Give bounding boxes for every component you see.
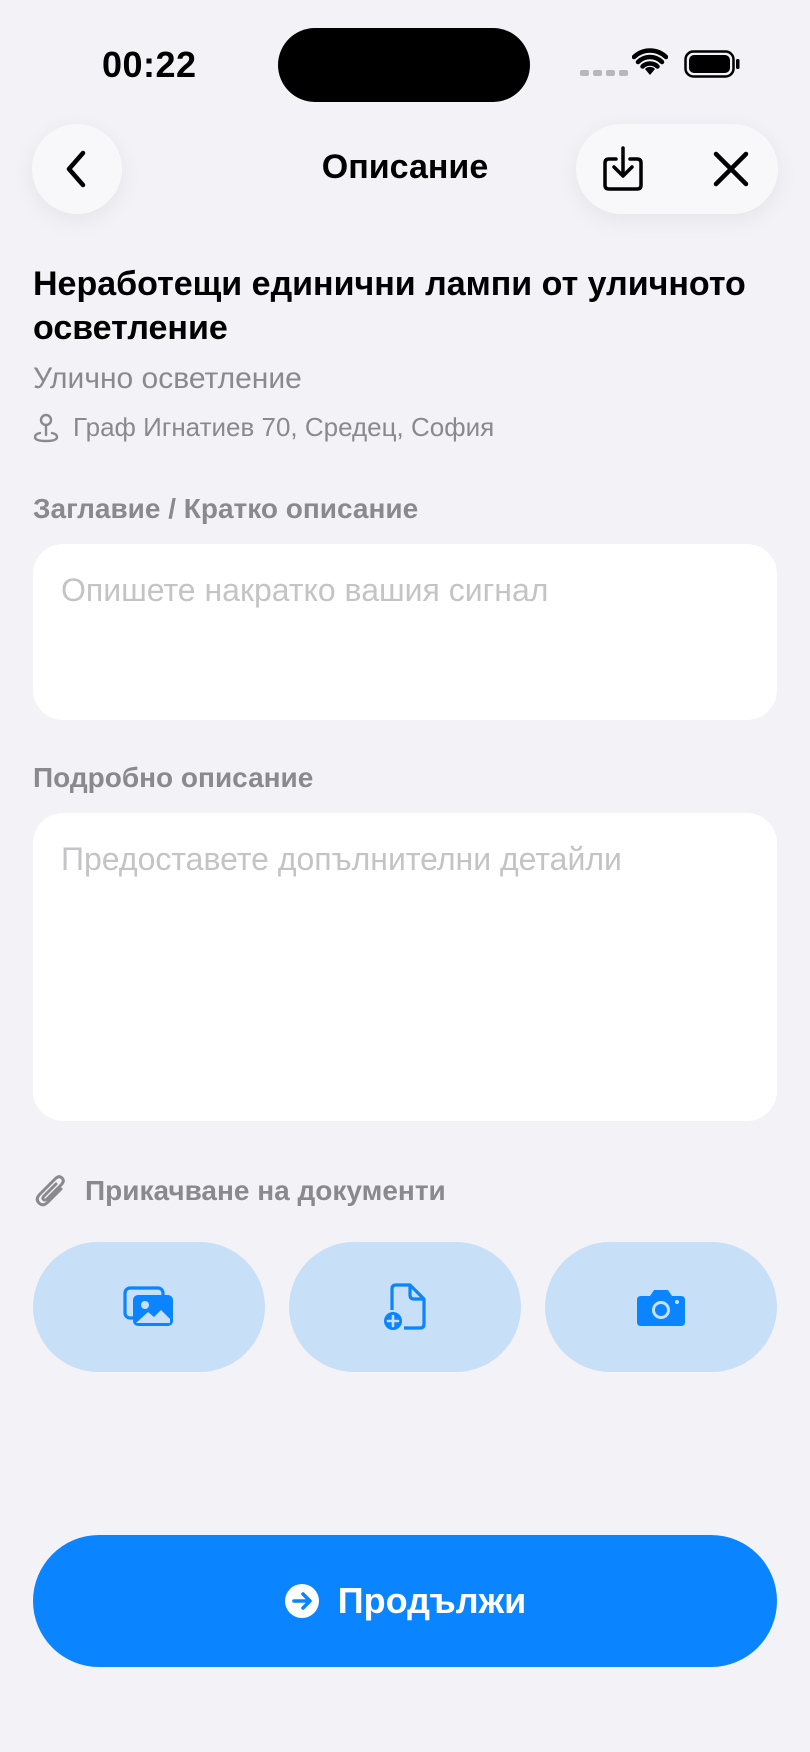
map-pin-icon — [33, 413, 59, 442]
download-tray-icon — [603, 146, 643, 191]
dynamic-island — [278, 28, 530, 102]
attach-camera-button[interactable] — [545, 1242, 777, 1372]
cellular-signal-icon — [580, 70, 628, 76]
photo-gallery-icon — [123, 1286, 173, 1326]
wifi-icon — [632, 48, 668, 75]
issue-location: Граф Игнатиев 70, Средец, София — [33, 412, 494, 443]
continue-button[interactable]: Продължи — [33, 1535, 777, 1667]
detailed-description-placeholder: Предоставете допълнителни детайли — [61, 841, 622, 877]
attach-file-button[interactable] — [289, 1242, 521, 1372]
detailed-description-input[interactable]: Предоставете допълнителни детайли — [33, 813, 777, 1121]
camera-icon — [637, 1290, 685, 1326]
close-button[interactable] — [706, 144, 756, 194]
short-description-placeholder: Опишете накратко вашия сигнал — [61, 572, 549, 608]
arrow-right-circle-icon — [284, 1584, 319, 1618]
issue-category: Улично осветление — [33, 362, 302, 395]
attachments-header: Прикачване на документи — [33, 1172, 446, 1210]
header-actions — [576, 124, 778, 214]
download-button[interactable] — [598, 144, 648, 194]
location-text: Граф Игнатиев 70, Средец, София — [73, 412, 495, 442]
continue-label: Продължи — [337, 1580, 527, 1621]
detailed-description-label: Подробно описание — [33, 762, 314, 793]
attach-gallery-button[interactable] — [33, 1242, 265, 1372]
short-description-input[interactable]: Опишете накратко вашия сигнал — [33, 544, 777, 720]
battery-icon — [684, 50, 740, 78]
short-description-label: Заглавие / Кратко описание — [33, 493, 419, 524]
status-time: 00:22 — [102, 44, 197, 85]
paperclip-icon — [35, 1175, 65, 1207]
add-file-icon — [384, 1283, 426, 1330]
attachments-label: Прикачване на документи — [85, 1175, 446, 1206]
issue-title: Неработещи единични лампи от уличното ос… — [33, 265, 746, 347]
close-icon — [713, 151, 749, 187]
